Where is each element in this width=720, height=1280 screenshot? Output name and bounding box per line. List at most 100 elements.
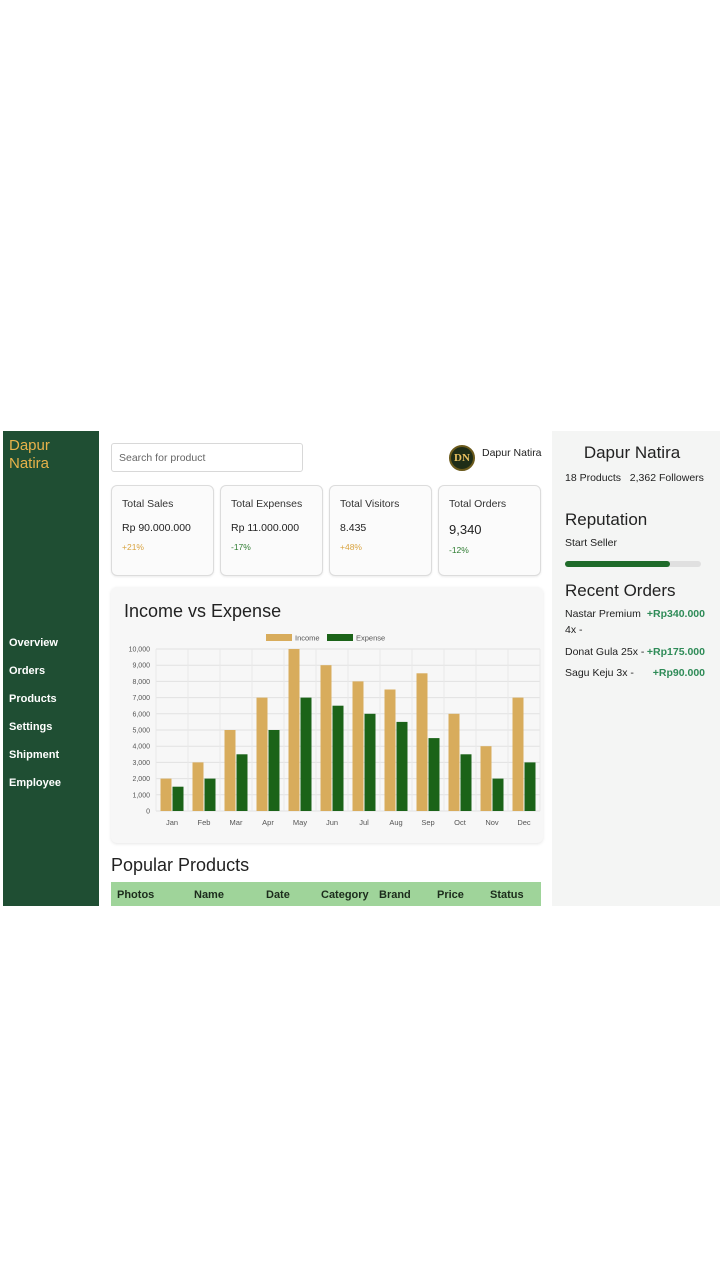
- card-title: Total Visitors: [340, 498, 400, 510]
- sidebar: Dapur Natira Overview Orders Products Se…: [3, 431, 99, 906]
- income-expense-chart-panel: Income vs Expense 0 1,000 2,000 3,000 4,000 5…: [111, 587, 543, 843]
- chart-title: Income vs Expense: [124, 601, 282, 621]
- column-header-name[interactable]: Name: [194, 889, 224, 901]
- card-value: Rp 11.000.000: [231, 522, 300, 534]
- x-tick-label: Jan: [166, 818, 178, 827]
- bar-income: [512, 697, 524, 811]
- shop-panel: Dapur Natira 18 Products 2,362 Followers…: [552, 431, 720, 906]
- legend-label: Income: [295, 634, 320, 643]
- recent-order-item[interactable]: Nastar Premium 4x - +Rp340.000: [565, 606, 705, 638]
- legend-label: Expense: [356, 634, 385, 643]
- order-text: Sagu Keju 3x -: [565, 667, 634, 679]
- sidebar-nav: Overview Orders Products Settings Shipme…: [3, 631, 99, 799]
- card-value: 8.435: [340, 522, 367, 534]
- bar-expense: [460, 754, 472, 811]
- bar-income: [384, 689, 396, 811]
- x-tick-label: Jun: [326, 818, 338, 827]
- sidebar-item-overview[interactable]: Overview: [3, 631, 99, 659]
- y-tick-label: 9,000: [132, 663, 150, 670]
- card-change: -12%: [449, 545, 469, 555]
- user-profile[interactable]: DN Dapur Natira: [449, 445, 542, 471]
- column-header-status[interactable]: Status: [490, 889, 524, 901]
- bar-expense: [492, 778, 504, 811]
- card-value: Rp 90.000.000: [122, 522, 191, 534]
- bar-income: [288, 649, 300, 811]
- bar-expense: [396, 721, 408, 811]
- bar-income: [192, 762, 204, 811]
- bar-income: [448, 713, 460, 811]
- stats-cards: Total Sales Rp 90.000.000 +21% Total Exp…: [111, 485, 541, 576]
- card-change: -17%: [231, 542, 251, 552]
- reputation-title: Reputation: [565, 510, 648, 529]
- bar-expense: [268, 730, 280, 811]
- income-expense-chart: 0 1,000 2,000 3,000 4,000 5,000 6,000 7,000 8,00…: [129, 634, 541, 827]
- bar-expense: [524, 762, 536, 811]
- sidebar-item-settings[interactable]: Settings: [3, 715, 99, 743]
- recent-orders-title: Recent Orders: [565, 581, 676, 600]
- column-header-category[interactable]: Category: [321, 889, 369, 901]
- x-tick-label: May: [293, 818, 307, 827]
- y-tick-label: 6,000: [132, 711, 150, 718]
- recent-order-item[interactable]: Donat Gula 25x - +Rp175.000: [565, 644, 705, 660]
- bar-expense: [364, 713, 376, 811]
- y-tick-label: 4,000: [132, 744, 150, 751]
- x-tick-label: Sep: [421, 818, 434, 827]
- x-tick-label: Jul: [359, 818, 369, 827]
- avatar[interactable]: DN: [449, 445, 475, 471]
- bar-expense: [236, 754, 248, 811]
- order-text: Nastar Premium 4x -: [565, 608, 641, 636]
- x-tick-label: Mar: [230, 818, 243, 827]
- column-header-brand[interactable]: Brand: [379, 889, 411, 901]
- bar-expense: [300, 697, 312, 811]
- y-tick-label: 1,000: [132, 792, 150, 799]
- reputation-bar: [565, 561, 701, 567]
- dashboard-app: Dapur Natira Overview Orders Products Se…: [3, 431, 720, 906]
- reputation-label: Start Seller: [565, 537, 617, 549]
- bar-income: [256, 697, 268, 811]
- sidebar-item-products[interactable]: Products: [3, 687, 99, 715]
- order-text: Donat Gula 25x -: [565, 646, 645, 658]
- x-tick-label: Apr: [262, 818, 274, 827]
- shop-stats: 18 Products 2,362 Followers: [565, 472, 704, 484]
- bar-income: [320, 665, 332, 811]
- legend-swatch-expense: [327, 634, 353, 641]
- card-title: Total Expenses: [231, 498, 303, 510]
- search-input[interactable]: [111, 443, 303, 472]
- bar-income: [480, 746, 492, 811]
- y-tick-label: 2,000: [132, 776, 150, 783]
- brand-title: Dapur Natira: [9, 437, 50, 472]
- bar-expense: [332, 705, 344, 811]
- column-header-date[interactable]: Date: [266, 889, 290, 901]
- card-total-orders: Total Orders 9,340 -12%: [438, 485, 541, 576]
- order-amount: +Rp340.000: [646, 608, 705, 620]
- card-title: Total Sales: [122, 498, 174, 510]
- order-amount: +Rp90.000: [652, 667, 705, 679]
- bar-income: [160, 778, 172, 811]
- column-header-photos[interactable]: Photos: [117, 889, 154, 901]
- main-content: DN Dapur Natira Total Sales Rp 90.000.00…: [99, 431, 552, 906]
- card-value: 9,340: [449, 522, 482, 537]
- card-total-visitors: Total Visitors 8.435 +48%: [329, 485, 432, 576]
- popular-products-title: Popular Products: [111, 855, 250, 875]
- card-total-expenses: Total Expenses Rp 11.000.000 -17%: [220, 485, 323, 576]
- bar-expense: [172, 786, 184, 811]
- recent-order-item[interactable]: Sagu Keju 3x - +Rp90.000: [565, 665, 705, 681]
- y-tick-label: 8,000: [132, 679, 150, 686]
- sidebar-item-employee[interactable]: Employee: [3, 771, 99, 799]
- table-header: Photos Name Date Category Brand Price St…: [111, 882, 541, 906]
- bar-expense: [204, 778, 216, 811]
- sidebar-item-shipment[interactable]: Shipment: [3, 743, 99, 771]
- bar-expense: [428, 738, 440, 811]
- order-amount: +Rp175.000: [646, 646, 705, 658]
- sidebar-item-orders[interactable]: Orders: [3, 659, 99, 687]
- x-tick-label: Nov: [485, 818, 499, 827]
- user-name: Dapur Natira: [482, 447, 542, 459]
- column-header-price[interactable]: Price: [437, 889, 464, 901]
- y-tick-label: 0: [146, 809, 150, 816]
- card-change: +48%: [340, 542, 362, 552]
- x-tick-label: Dec: [517, 818, 531, 827]
- x-tick-label: Feb: [198, 818, 211, 827]
- y-tick-label: 10,000: [129, 647, 151, 654]
- y-tick-label: 5,000: [132, 728, 150, 735]
- y-tick-label: 3,000: [132, 760, 150, 767]
